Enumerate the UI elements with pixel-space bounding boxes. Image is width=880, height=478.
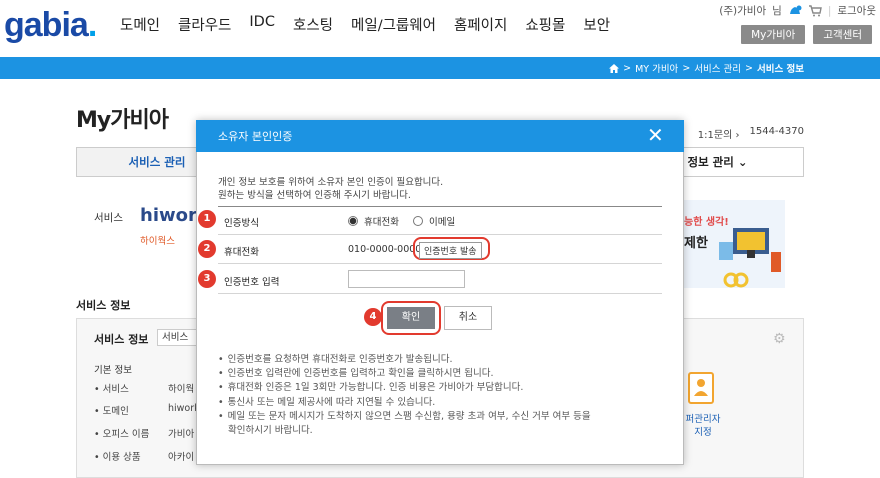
breadcrumb-service-info: 서비스 정보 xyxy=(756,64,804,75)
modal-title: 소유자 본인인증 xyxy=(218,130,293,143)
notification-icon[interactable] xyxy=(788,5,802,17)
info-value: hiwork xyxy=(168,403,200,414)
service-info-box-title: 서비스 정보 xyxy=(94,333,149,346)
support-button[interactable]: 고객센터 xyxy=(813,25,872,44)
breadcrumb-service-manage[interactable]: 서비스 관리 xyxy=(694,61,741,75)
notice-item: 통신사 또는 메일 제공사에 따라 지연될 수 있습니다. xyxy=(218,396,591,410)
cart-icon[interactable] xyxy=(808,4,822,17)
table-divider xyxy=(218,234,662,235)
step-badge-4: 4 xyxy=(364,308,382,326)
banner-text-2: 제한 xyxy=(684,236,708,251)
home-icon[interactable] xyxy=(609,63,620,73)
confirm-button[interactable]: 확인 xyxy=(387,307,435,329)
radio-email[interactable] xyxy=(412,216,423,226)
breadcrumb-sep: > xyxy=(623,62,632,74)
step-badge-1: 1 xyxy=(198,210,216,228)
radio-phone[interactable] xyxy=(348,216,358,226)
breadcrumb: > MY 가비아 > 서비스 관리 > 서비스 정보 xyxy=(609,61,804,75)
breadcrumb-sep: > xyxy=(682,62,691,74)
notice-item: 인증번호 입력란에 인증번호를 입력하고 확인을 클릭하시면 됩니다. xyxy=(218,367,591,381)
gabia-logo[interactable]: gabia. xyxy=(4,6,97,45)
notice-item-cont: 확인하시기 바랍니다. xyxy=(228,425,313,437)
breadcrumb-sep: > xyxy=(745,62,753,74)
tab-info-manage[interactable]: y 정보 관리 ⌄ xyxy=(676,148,747,176)
info-value: 가비아 xyxy=(168,429,195,440)
basic-info-heading: 기본 정보 xyxy=(94,365,132,376)
service-label: 서비스 xyxy=(94,212,123,224)
info-label: • 도메인 xyxy=(94,406,129,417)
notice-item: 휴대전화 인증은 1일 3회만 가능합니다. 인증 비용은 가비아가 부담합니다… xyxy=(218,381,591,395)
notice-item: 인증번호를 요청하면 휴대전화로 인증번호가 발송됩니다. xyxy=(218,353,591,367)
method-options: 휴대전화 이메일 xyxy=(348,214,455,228)
user-suffix: 님 xyxy=(772,5,782,17)
nav-shoppingmall[interactable]: 쇼핑몰 xyxy=(525,14,565,35)
nav-idc[interactable]: IDC xyxy=(249,14,275,35)
nav-cloud[interactable]: 클라우드 xyxy=(178,14,231,35)
modal-description: 개인 정보 보호를 위하여 소유자 본인 인증이 필요합니다. 원하는 방식을 … xyxy=(218,177,444,201)
user-name: (주)가비아 xyxy=(719,5,767,17)
service-info-heading: 서비스 정보 xyxy=(76,299,131,312)
phone-number: 1544-4370 xyxy=(749,126,804,137)
table-divider xyxy=(218,206,662,207)
cancel-button[interactable]: 취소 xyxy=(444,306,492,330)
info-label: • 이용 상품 xyxy=(94,452,141,463)
service-select[interactable]: 서비스 xyxy=(157,329,197,346)
radio-phone-label[interactable]: 휴대전화 xyxy=(364,214,399,228)
header-buttons: My가비아 고객센터 xyxy=(741,25,872,44)
table-divider xyxy=(218,293,662,294)
nav-mail-groupware[interactable]: 메일/그룹웨어 xyxy=(351,14,436,35)
method-label: 인증방식 xyxy=(224,218,259,229)
breadcrumb-my-gabia[interactable]: MY 가비아 xyxy=(635,61,678,75)
notice-item: 메일 또는 문자 메시지가 도착하지 않으면 스팸 수신함, 용량 초과 여부,… xyxy=(218,410,591,424)
step-badge-3: 3 xyxy=(198,270,216,288)
code-input[interactable] xyxy=(348,270,465,288)
info-label: • 오피스 이름 xyxy=(94,429,150,440)
info-value: 아카이 xyxy=(168,452,195,463)
nav-security[interactable]: 보안 xyxy=(583,14,610,35)
page-title: My가비아 xyxy=(76,108,169,133)
step-badge-2: 2 xyxy=(198,240,216,258)
info-label: • 서비스 xyxy=(94,384,129,395)
phone-label: 휴대전화 xyxy=(224,247,259,258)
logout-link[interactable]: 로그아웃 xyxy=(837,3,876,18)
contact-links: 1:1문의 › 1544-4370 xyxy=(698,126,804,141)
nav-domain[interactable]: 도메인 xyxy=(120,14,160,35)
admin-link[interactable]: 퍼관리자 지정 xyxy=(683,413,723,439)
utility-bar: (주)가비아 님 | 로그아웃 xyxy=(719,3,876,18)
notice-list: 인증번호를 요청하면 휴대전화로 인증번호가 발송됩니다. 인증번호 입력란에 … xyxy=(218,353,591,438)
hiworks-logo-kr: 하이웍스 xyxy=(140,236,175,247)
code-label: 인증번호 입력 xyxy=(224,277,280,288)
phone-value: 010-0000-0000 xyxy=(348,244,422,255)
close-icon[interactable]: ✕ xyxy=(647,124,664,146)
main-nav: 도메인 클라우드 IDC 호스팅 메일/그룹웨어 홈페이지 쇼핑몰 보안 xyxy=(120,14,610,35)
banner-text-1: 능한 생각! xyxy=(684,217,729,228)
radio-email-label[interactable]: 이메일 xyxy=(429,214,455,228)
divider: | xyxy=(827,4,832,17)
table-divider xyxy=(218,263,662,264)
admin-icon[interactable] xyxy=(681,367,721,407)
send-code-button[interactable]: 인증번호 발송 xyxy=(419,242,482,259)
gear-icon[interactable]: ⚙ xyxy=(773,331,786,347)
my-gabia-button[interactable]: My가비아 xyxy=(741,25,806,44)
nav-homepage[interactable]: 홈페이지 xyxy=(454,14,507,35)
nav-hosting[interactable]: 호스팅 xyxy=(293,14,333,35)
inquiry-link[interactable]: 1:1문의 › xyxy=(698,126,740,141)
info-value: 하이웍 xyxy=(168,384,195,395)
